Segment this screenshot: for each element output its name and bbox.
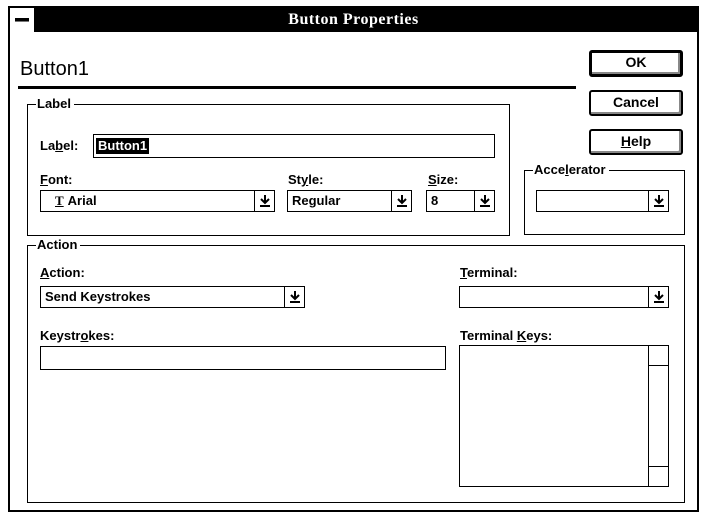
size-value: 8 [431,193,439,208]
truetype-icon: T [55,193,64,208]
font-label: Font: [40,172,73,187]
label-group-legend: Label [36,96,74,112]
font-value: Arial [67,193,97,208]
style-label: Style: [288,172,324,187]
scroll-down-button[interactable] [649,466,668,486]
action-dropdown-button[interactable] [284,287,304,307]
size-label: Size: [428,172,459,187]
label-group: Label [27,96,510,236]
terminal-label: Terminal: [460,265,518,280]
cancel-button[interactable]: Cancel [589,90,683,116]
accelerator-legend: Accelerator [533,162,609,178]
control-name-heading: Button1 [20,58,89,80]
style-dropdown-button[interactable] [391,191,411,211]
label-input-value: Button1 [96,138,150,154]
keystrokes-label: Keystrokes: [40,328,115,343]
dropdown-arrow-icon [654,195,664,207]
accelerator-dropdown-button[interactable] [648,191,668,211]
terminal-keys-list[interactable] [459,345,669,487]
action-combo[interactable]: Send Keystrokes [40,286,305,308]
terminal-dropdown-button[interactable] [648,287,668,307]
dropdown-arrow-icon [397,195,407,207]
action-label: Action: [40,265,85,280]
keystrokes-input[interactable] [40,346,446,370]
dropdown-arrow-icon [290,291,300,303]
style-value: Regular [292,193,341,208]
size-dropdown-button[interactable] [474,191,494,211]
terminal-keys-label: Terminal Keys: [460,328,553,343]
scroll-up-button[interactable] [649,346,668,366]
action-value: Send Keystrokes [45,289,151,304]
help-accel: H [620,133,631,149]
size-combo[interactable]: 8 [426,190,495,212]
window-title: Button Properties [288,11,419,28]
font-dropdown-button[interactable] [254,191,274,211]
label-field-label: Label: [40,138,79,153]
terminal-combo[interactable] [459,286,669,308]
cancel-label: Cancel [613,94,659,110]
help-button[interactable]: Help [589,129,683,155]
system-menu-icon[interactable] [10,8,36,32]
action-group-legend: Action [36,237,81,253]
font-combo[interactable]: T Arial [40,190,275,212]
style-combo[interactable]: Regular [287,190,412,212]
dropdown-arrow-icon [260,195,270,207]
terminal-keys-scrollbar[interactable] [648,346,668,486]
ok-label: OK [625,54,647,70]
heading-divider [18,86,576,89]
title-bar[interactable]: Button Properties [10,8,697,32]
dropdown-arrow-icon [654,291,664,303]
help-label: elp [630,133,652,149]
dropdown-arrow-icon [480,195,490,207]
accelerator-combo[interactable] [536,190,669,212]
label-input[interactable]: Button1 [93,134,495,158]
ok-button[interactable]: OK [589,50,683,77]
font-value-wrap: T Arial [55,191,97,211]
